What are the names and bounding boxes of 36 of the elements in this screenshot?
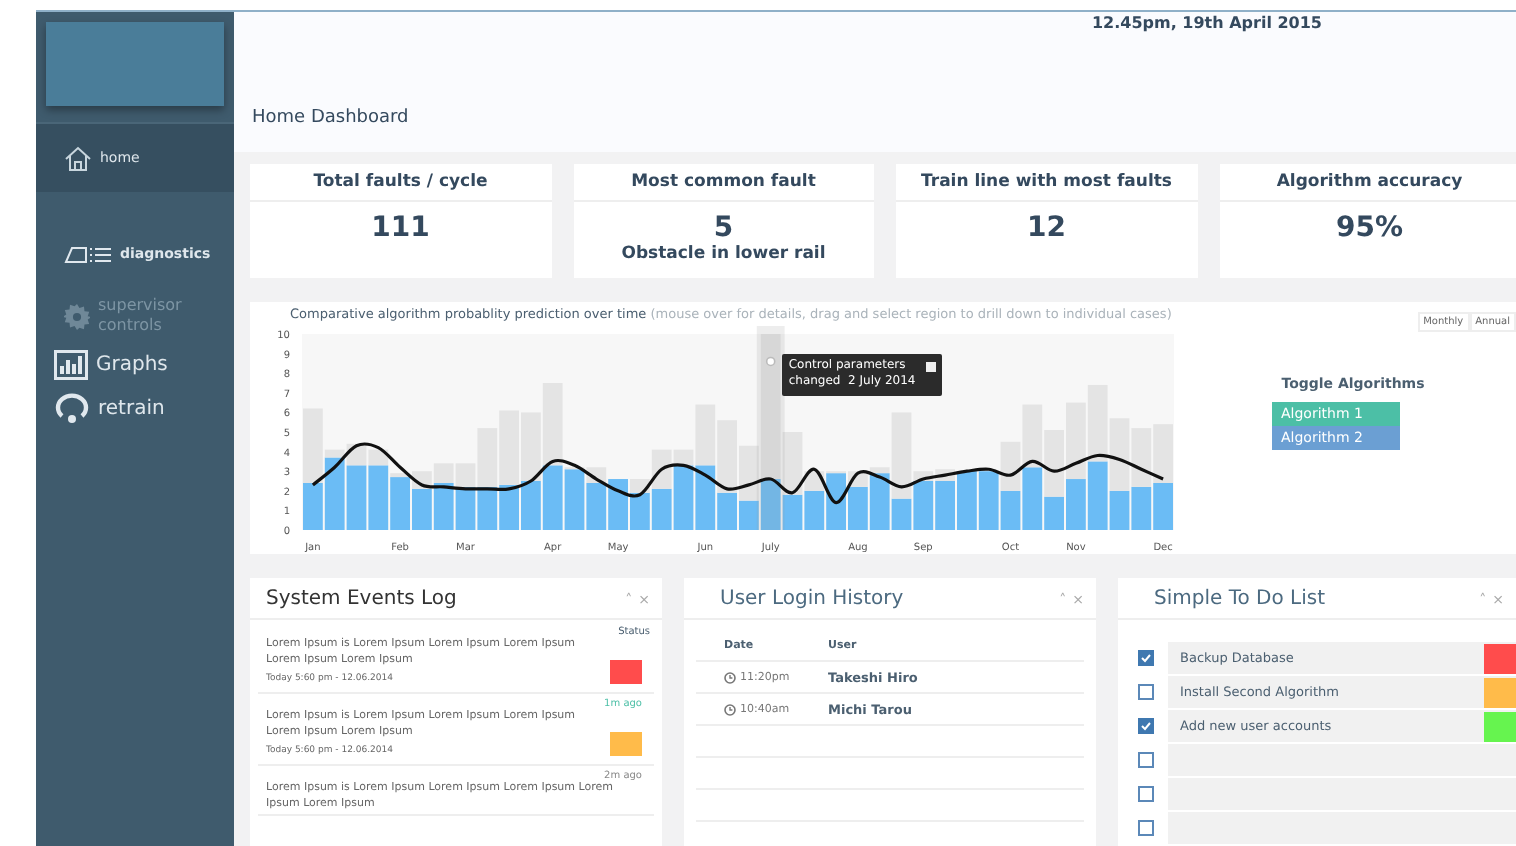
checkbox[interactable] bbox=[1138, 786, 1154, 802]
page-title: Home Dashboard bbox=[252, 108, 411, 128]
clock-icon bbox=[724, 671, 736, 683]
timestamp: 12.45pm, 19th April 2015 bbox=[1091, 14, 1322, 32]
kpi-value: 12 bbox=[1027, 212, 1066, 244]
nav-item[interactable]: retrain bbox=[36, 386, 234, 430]
kpi-title: Most common fault bbox=[573, 164, 874, 202]
kpi-title: Total faults / cycle bbox=[250, 164, 551, 202]
kpi-value: 5 bbox=[713, 212, 734, 244]
panel-title: System Events Log bbox=[266, 588, 459, 610]
checkbox[interactable] bbox=[1138, 684, 1154, 700]
refresh-icon bbox=[54, 392, 90, 424]
nav-item[interactable]: Graphs bbox=[36, 344, 234, 386]
panel-title: Simple To Do List bbox=[1152, 588, 1328, 610]
bar bbox=[1022, 404, 1043, 468]
train-icon bbox=[64, 245, 112, 263]
home-icon bbox=[64, 145, 92, 171]
kpi-title: Train line with most faults bbox=[896, 164, 1197, 202]
kpi-title: Algorithm accuracy bbox=[1219, 164, 1516, 202]
kpi-note: Obstacle in lower rail bbox=[621, 244, 826, 264]
kpi-value: 95% bbox=[1335, 212, 1403, 244]
panel-title: User Login History bbox=[718, 588, 906, 610]
checkbox[interactable] bbox=[1138, 820, 1154, 836]
square-icon bbox=[926, 361, 937, 372]
bar-chart-icon bbox=[54, 350, 88, 380]
clock-icon bbox=[724, 703, 736, 715]
bar bbox=[521, 412, 541, 481]
bar bbox=[1131, 428, 1152, 487]
bar bbox=[1153, 482, 1173, 530]
checkbox[interactable] bbox=[1138, 650, 1154, 666]
checkbox[interactable] bbox=[1138, 718, 1154, 734]
checkbox[interactable] bbox=[1138, 752, 1154, 768]
gear-icon bbox=[64, 303, 90, 329]
bar bbox=[1153, 424, 1173, 483]
kpi-value: 111 bbox=[371, 212, 430, 244]
hover-point bbox=[765, 356, 776, 367]
